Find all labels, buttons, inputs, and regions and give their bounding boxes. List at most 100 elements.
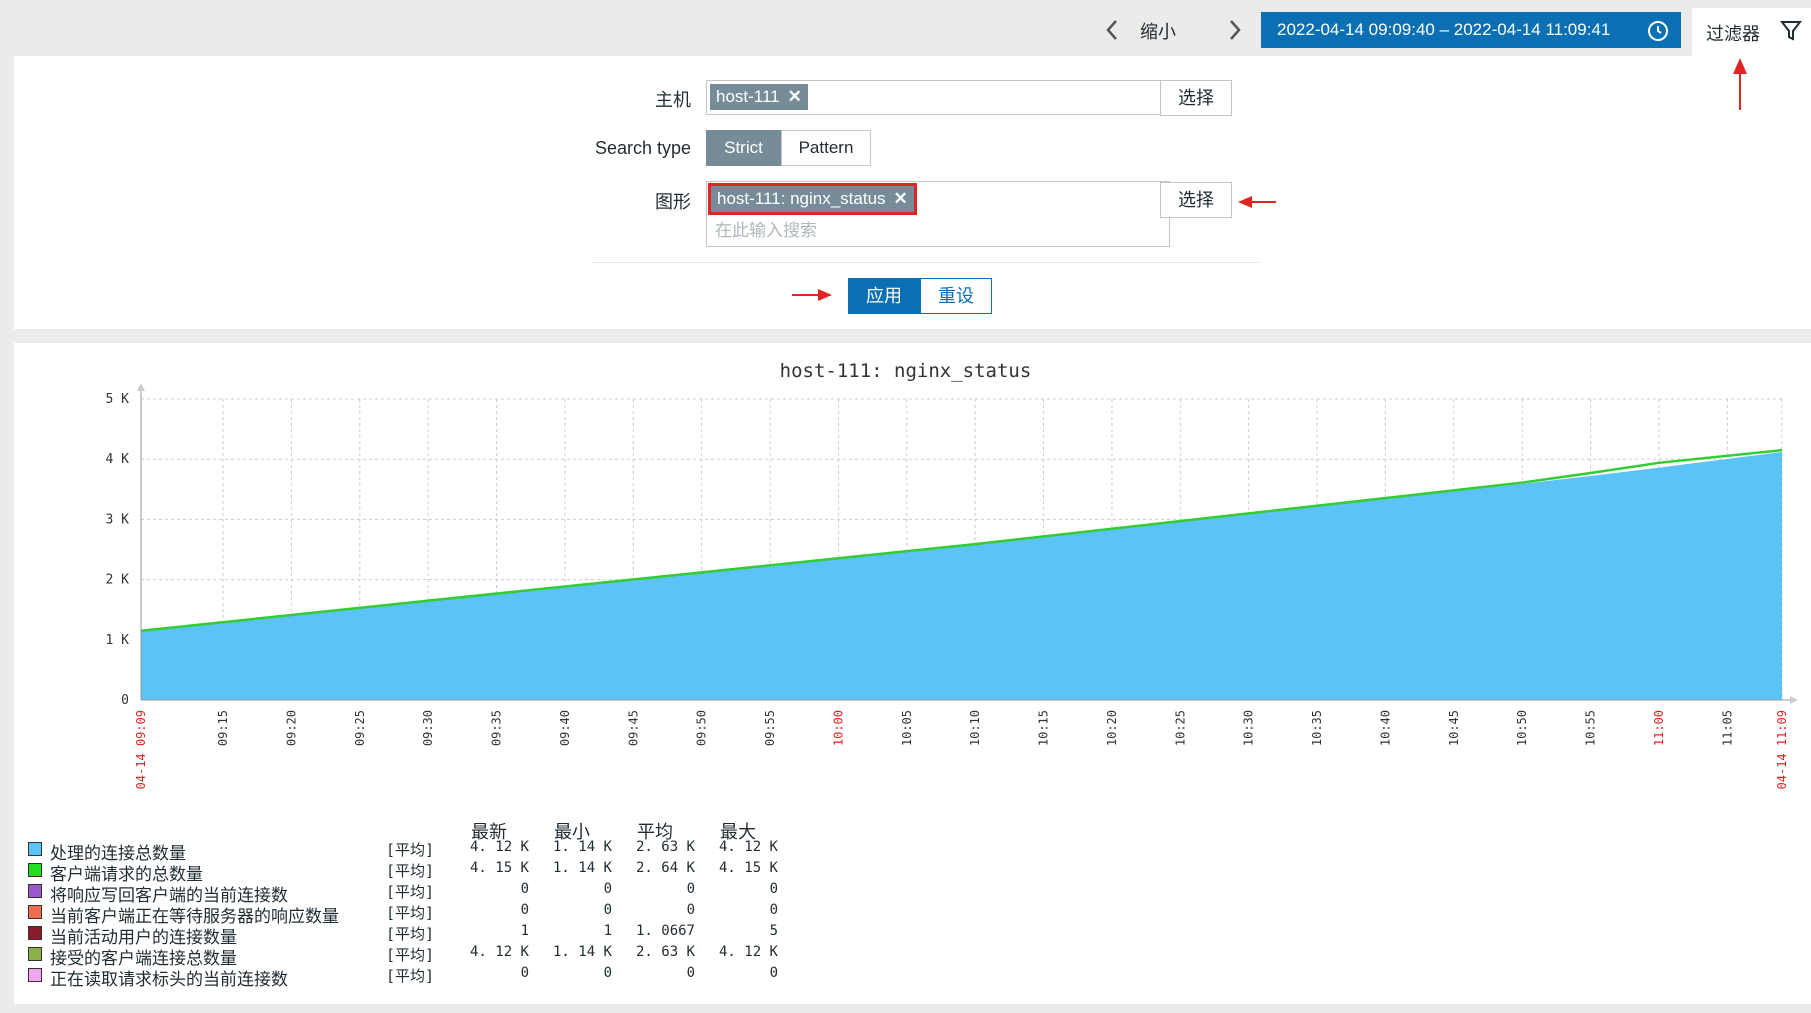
annotation-arrow-up [1733,58,1747,110]
x-axis-arrow-icon [1790,696,1798,704]
annotation-arrow-right [792,289,832,301]
y-tick-label: 3 K [106,512,130,527]
x-tick-label: 09:15 [216,710,230,746]
host-tag: host-111 ✕ [710,84,808,110]
legend-value-min: 0 [603,965,612,981]
legend-value-avg: 1. 0667 [635,923,695,939]
x-tick-label: 10:00 [831,710,845,746]
legend-value-avg: 2. 63 K [635,839,695,855]
x-tick-label: 10:45 [1447,710,1461,746]
y-tick-label: 2 K [106,573,130,588]
x-tick-label: 11:00 [1652,710,1666,746]
time-range-label: 2022-04-14 09:09:40 – 2022-04-14 11:09:4… [1277,20,1611,39]
x-tick-label: 09:20 [284,710,298,746]
chevron-left-icon [1106,20,1117,40]
y-tick-label: 4 K [106,452,130,467]
legend-aggregation: [平均] [386,925,435,943]
legend-row: 处理的连接总数量 [平均] 4. 12 K 1. 14 K 2. 63 K 4. 12 K [28,839,788,864]
legend-swatch [28,968,42,982]
x-tick-label: 10:50 [1515,710,1529,746]
zoom-out-button[interactable]: 缩小 [1140,18,1176,44]
x-tick-label: 10:25 [1173,710,1187,746]
y-axis-arrow-icon [137,383,145,391]
graph-label: 图形 [655,192,691,212]
x-tick-label: 10:30 [1242,710,1256,746]
chart-canvas: 0 1 K 2 K 3 K 4 K 5 K 04-14 09:09 09:15 09:20 09:… [106,383,1798,789]
clock-icon [1648,21,1668,41]
legend-aggregation: [平均] [386,862,435,880]
legend-value-last: 0 [520,902,529,918]
legend-value-avg: 0 [686,965,695,981]
legend-value-max: 0 [769,965,778,981]
x-tick-label: 09:50 [695,710,709,746]
filter-tab-label: 过滤器 [1706,24,1760,44]
legend-value-last: 0 [520,965,529,981]
reset-button[interactable]: 重设 [920,278,992,314]
host-label: 主机 [655,90,691,110]
legend-value-last: 4. 12 K [469,839,529,855]
form-divider [592,262,1260,263]
legend-swatch [28,947,42,961]
legend-value-min: 1 [603,923,612,939]
legend-aggregation: [平均] [386,967,435,985]
x-tick-label: 09:45 [626,710,640,746]
graph-search-input[interactable]: 在此输入搜索 [715,216,817,241]
x-tick-label: 04-14 11:09 [1775,710,1789,789]
legend-swatch [28,905,42,919]
search-type-strict[interactable]: Strict [706,130,781,166]
legend-aggregation: [平均] [386,841,435,859]
legend-value-min: 1. 14 K [552,839,612,855]
legend-value-min: 0 [603,881,612,897]
graph-tag: host-111: nginx_status ✕ [708,183,917,215]
legend-aggregation: [平均] [386,883,435,901]
legend-row: 当前客户端正在等待服务器的响应数量 [平均] 0 0 0 0 [28,902,788,927]
legend-swatch [28,926,42,940]
legend-series-name: 正在读取请求标头的当前连接数 [50,970,288,990]
x-tick-label: 09:55 [763,710,777,746]
filter-tab[interactable]: 过滤器 [1692,8,1811,56]
legend-value-last: 0 [520,881,529,897]
legend-row: 当前活动用户的连接数量 [平均] 1 1 1. 0667 5 [28,923,788,948]
legend-row: 将响应写回客户端的当前连接数 [平均] 0 0 0 0 [28,881,788,906]
host-multiselect[interactable]: host-111 ✕ [706,80,1170,115]
time-range-button[interactable]: 2022-04-14 09:09:40 – 2022-04-14 11:09:4… [1261,12,1681,48]
x-tick-label: 10:10 [968,710,982,746]
legend-swatch [28,863,42,877]
graph-select-button[interactable]: 选择 [1160,182,1232,218]
legend-value-last: 4. 12 K [469,944,529,960]
x-tick-label: 10:15 [1037,710,1051,746]
chart-title: host-111: nginx_status [779,360,1032,382]
x-tick-label: 09:30 [421,710,435,746]
legend-value-last: 4. 15 K [469,860,529,876]
search-type-label: Search type [594,138,691,158]
legend-value-max: 0 [769,881,778,897]
legend-aggregation: [平均] [386,904,435,922]
host-select-button[interactable]: 选择 [1160,80,1232,116]
legend-value-avg: 0 [686,881,695,897]
filter-panel: 主机 host-111 ✕ 选择 Search type Strict Patte… [14,56,1811,329]
chevron-right-icon [1230,20,1241,40]
legend-value-avg: 2. 64 K [635,860,695,876]
x-tick-label: 04-14 09:09 [134,710,148,789]
legend-value-max: 4. 12 K [718,944,778,960]
x-tick-label: 10:05 [900,710,914,746]
search-type-pattern[interactable]: Pattern [781,130,871,166]
legend-row: 正在读取请求标头的当前连接数 [平均] 0 0 0 0 [28,965,788,990]
filter-icon [1780,21,1802,41]
previous-period-button[interactable] [1098,14,1126,46]
legend-value-max: 4. 12 K [718,839,778,855]
legend-value-min: 0 [603,902,612,918]
remove-host-icon[interactable]: ✕ [788,87,802,106]
next-period-button[interactable] [1221,14,1249,46]
legend-value-max: 4. 15 K [718,860,778,876]
legend-value-min: 1. 14 K [552,944,612,960]
series-area-connections-handled [141,451,1782,700]
x-tick-label: 10:40 [1378,710,1392,746]
legend-value-max: 0 [769,902,778,918]
apply-button[interactable]: 应用 [848,278,920,314]
x-tick-label: 11:05 [1720,710,1734,746]
legend-row: 客户端请求的总数量 [平均] 4. 15 K 1. 14 K 2. 64 K 4. 15 … [28,860,788,885]
graph-multiselect[interactable]: host-111: nginx_status ✕ 在此输入搜索 [706,181,1170,247]
remove-graph-icon[interactable]: ✕ [894,189,908,208]
legend-value-min: 1. 14 K [552,860,612,876]
